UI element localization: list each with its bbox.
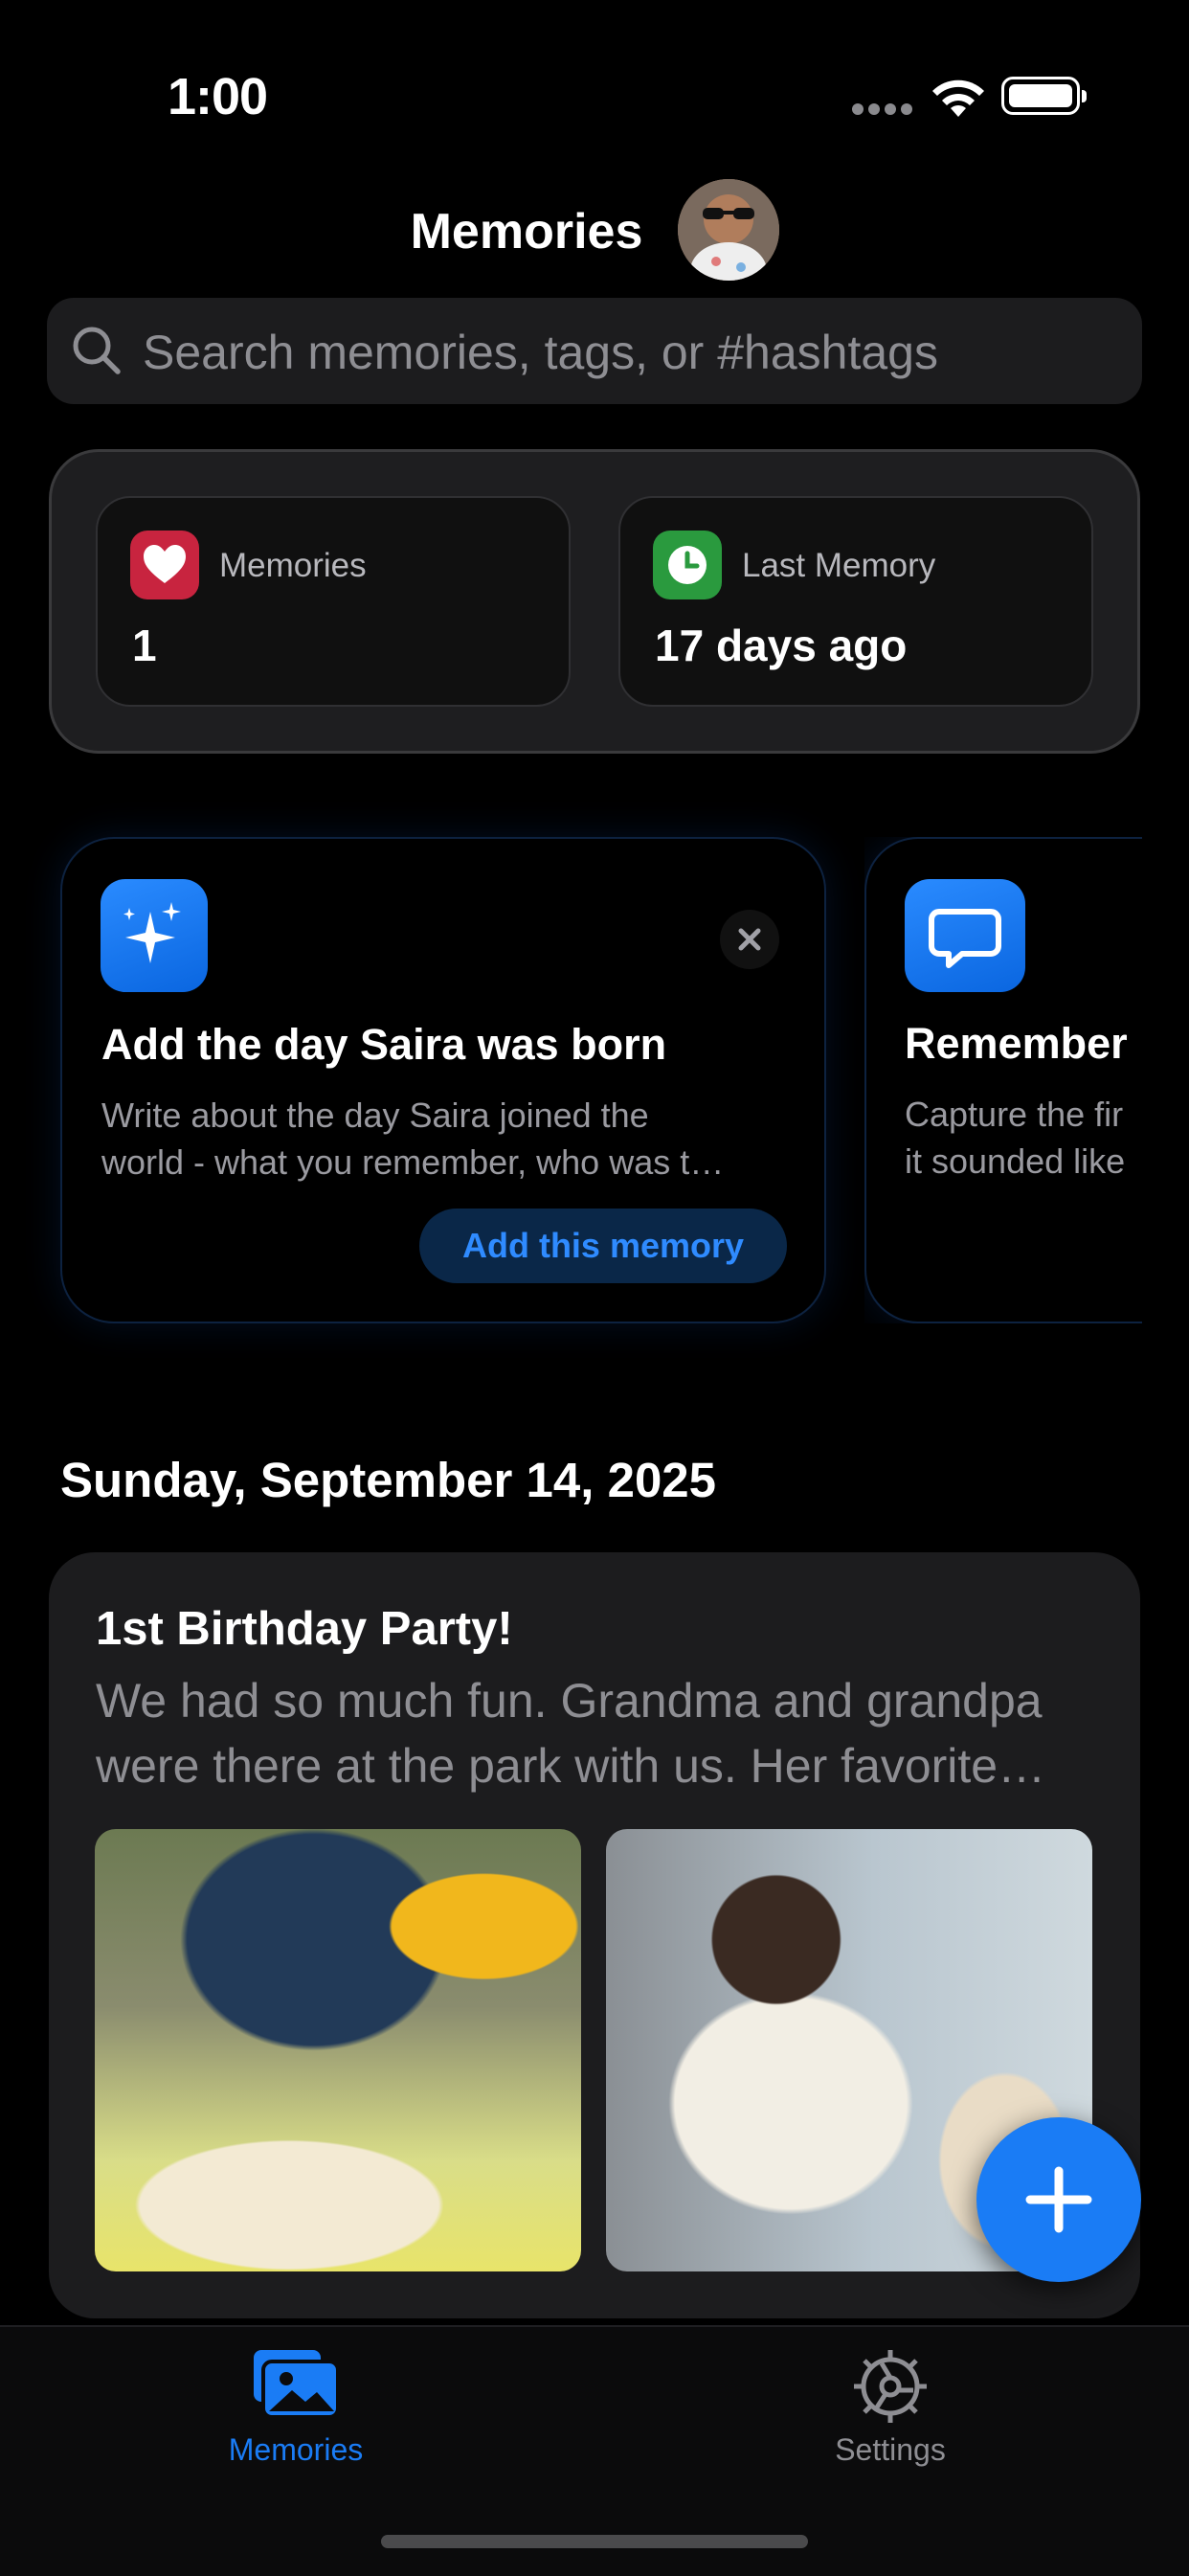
avatar[interactable]: [678, 179, 779, 281]
prompt-description-line: Capture the fir: [905, 1095, 1124, 1134]
sparkles-icon: [101, 879, 208, 992]
prompt-title: Remember: [905, 1019, 1128, 1068]
cellular-signal-icon: [852, 103, 912, 117]
gear-icon[interactable]: [850, 2346, 931, 2427]
add-memory-fab[interactable]: [976, 2117, 1141, 2282]
prompt-card-partial[interactable]: Remember Capture the fir it sounded like: [864, 837, 1142, 1323]
photos-icon[interactable]: [248, 2346, 344, 2423]
stat-label: Last Memory: [742, 547, 936, 584]
memory-body-line: were there at the park with us. Her favo…: [96, 1739, 1046, 1793]
plus-icon: [1025, 2166, 1092, 2233]
clock-icon: [653, 531, 722, 599]
memory-body-line: We had so much fun. Grandma and grandpa: [96, 1674, 1043, 1728]
add-this-memory-button[interactable]: Add this memory: [419, 1209, 787, 1283]
status-time: 1:00: [168, 68, 268, 125]
stat-card-memories: [96, 496, 571, 707]
search-bar[interactable]: [47, 298, 1142, 406]
tab-memories[interactable]: Memories: [152, 2432, 439, 2468]
prompt-title: Add the day Saira was born: [101, 1020, 667, 1069]
birthday-cake-photo[interactable]: [95, 1829, 581, 2271]
search-input[interactable]: [141, 298, 1121, 406]
avatar-photo: [678, 179, 779, 281]
dismiss-button[interactable]: [720, 910, 779, 969]
heart-icon: [130, 531, 199, 599]
date-header: Sunday, September 14, 2025: [60, 1453, 717, 1507]
memory-body: We had so much fun. Grandma and grandpa …: [96, 1668, 1110, 1798]
battery-icon: [1001, 77, 1087, 115]
wifi-icon: [932, 79, 984, 117]
search-icon: [73, 327, 121, 374]
close-icon: [738, 928, 761, 951]
home-indicator: [381, 2535, 808, 2548]
prompt-description-line: world - what you remember, who was t…: [101, 1142, 725, 1182]
prompt-description-line: it sounded like: [905, 1141, 1126, 1181]
stat-card-last-memory: [618, 496, 1093, 707]
speech-bubble-icon: [905, 879, 1025, 992]
stat-label: Memories: [219, 547, 367, 584]
page-title: Memories: [410, 204, 643, 260]
tab-settings[interactable]: Settings: [747, 2432, 1034, 2468]
stat-value: 1: [132, 621, 157, 670]
memory-title: 1st Birthday Party!: [96, 1603, 513, 1655]
stat-value: 17 days ago: [655, 621, 908, 670]
prompt-description-line: Write about the day Saira joined the: [101, 1096, 649, 1135]
